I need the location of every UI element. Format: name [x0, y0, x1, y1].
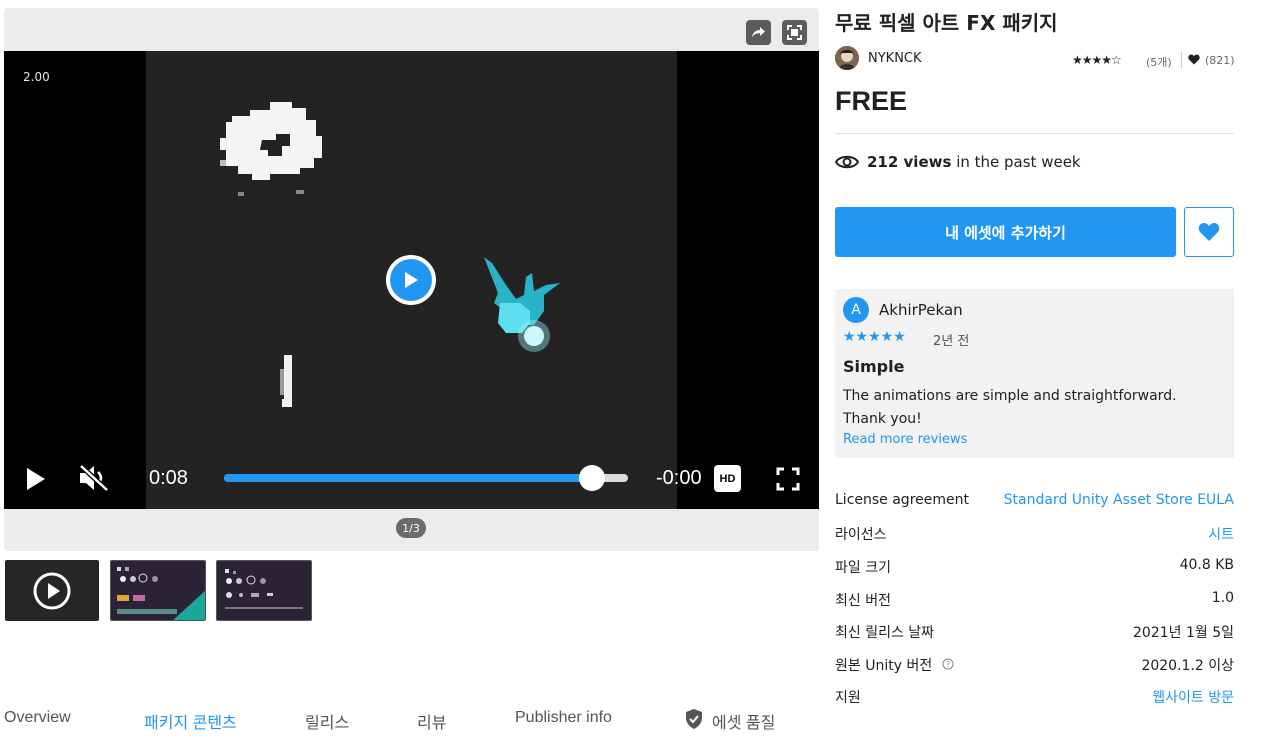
heart-icon — [1198, 223, 1220, 241]
views-text: 212 views in the past week — [867, 153, 1081, 171]
rating-count[interactable]: (5개) — [1146, 54, 1172, 70]
reviewer-name: AkhirPekan — [879, 301, 963, 319]
play-icon — [405, 272, 418, 288]
info-value-file-size: 40.8 KB — [1179, 557, 1234, 573]
tab-overview[interactable]: Overview — [4, 709, 71, 727]
thumbnail-image-1[interactable] — [110, 560, 206, 621]
eye-icon — [835, 155, 859, 169]
info-value-license[interactable]: 시트 — [1208, 524, 1234, 544]
info-value-latest-version: 1.0 — [1211, 590, 1234, 606]
views-count: 212 views — [867, 153, 952, 171]
tab-releases[interactable]: 릴리스 — [305, 709, 349, 733]
review-body: The animations are simple and straightfo… — [843, 388, 1177, 427]
info-label-license-agreement: License agreement — [835, 492, 969, 508]
playback-speed: 2.00 — [23, 70, 50, 84]
play-control-icon[interactable] — [26, 467, 46, 491]
views-suffix: in the past week — [951, 153, 1081, 171]
hd-button[interactable]: HD — [714, 465, 741, 492]
divider — [835, 133, 1234, 134]
fullscreen-icon[interactable] — [776, 467, 800, 491]
review-stars: ★★★★★ — [843, 329, 906, 345]
thumbnail-image-2[interactable] — [216, 560, 312, 621]
share-button[interactable] — [746, 20, 771, 45]
tab-asset-quality[interactable]: 에셋 품질 — [712, 709, 775, 733]
smoke-sprite — [220, 102, 322, 196]
add-to-my-assets-button[interactable]: 내 에셋에 추가하기 — [835, 207, 1176, 257]
thumbnail-art-1 — [117, 567, 205, 620]
share-icon — [752, 27, 765, 38]
remaining-time: -0:00 — [656, 467, 702, 489]
video-player[interactable]: 2.00 0:08 -0:00 HD — [4, 51, 819, 509]
tab-package-contents[interactable]: 패키지 콘텐츠 — [144, 709, 237, 733]
thumbnail-art-2 — [225, 569, 303, 609]
thumbnail-video[interactable] — [5, 560, 99, 621]
tab-publisher-info[interactable]: Publisher info — [515, 709, 612, 727]
mute-icon[interactable] — [78, 463, 110, 493]
review-date: 2년 전 — [933, 334, 970, 349]
expand-icon — [787, 25, 802, 40]
info-value-release-date: 2021년 1월 5일 — [1133, 625, 1234, 641]
current-time: 0:08 — [149, 467, 188, 489]
rating-stars: ★★★★☆ — [1072, 53, 1122, 67]
info-value-support[interactable]: 웹사이트 방문 — [1152, 687, 1234, 707]
media-pager: 1/3 — [396, 518, 426, 538]
slash-sprite — [280, 355, 292, 407]
info-label-license: 라이선스 — [835, 527, 887, 543]
info-label-support: 지원 — [835, 690, 861, 706]
avatar-image — [835, 46, 859, 70]
heart-icon — [1188, 54, 1200, 65]
shield-check-icon — [686, 709, 702, 729]
favorite-button[interactable] — [1184, 207, 1234, 257]
progress-handle[interactable] — [578, 465, 605, 491]
info-label-release-date: 최신 릴리스 날짜 — [835, 625, 935, 641]
info-label-latest-version: 최신 버전 — [835, 593, 891, 609]
publisher-avatar[interactable] — [835, 46, 859, 70]
expand-button[interactable] — [782, 20, 807, 45]
product-title: 무료 픽셀 아트 FX 패키지 — [835, 11, 1058, 35]
favorites-count: (821) — [1205, 54, 1235, 67]
progress-bar[interactable] — [224, 465, 628, 491]
help-icon[interactable]: ? — [942, 658, 954, 670]
info-label-unity-version: 원본 Unity 버전 — [835, 658, 933, 674]
read-more-reviews-link[interactable]: Read more reviews — [843, 432, 967, 447]
price: FREE — [835, 86, 908, 116]
reviewer-avatar: A — [843, 297, 869, 323]
info-value-license-agreement[interactable]: Standard Unity Asset Store EULA — [1004, 492, 1234, 508]
progress-fill — [224, 474, 592, 482]
svg-text:?: ? — [946, 660, 950, 669]
publisher-name[interactable]: NYKNCK — [868, 51, 922, 66]
big-play-button[interactable] — [386, 255, 436, 305]
play-circle-icon — [33, 572, 71, 609]
info-label-file-size: 파일 크기 — [835, 560, 891, 576]
tab-reviews[interactable]: 리뷰 — [417, 709, 446, 733]
magic-burst-sprite — [484, 257, 560, 352]
review-title: Simple — [843, 357, 905, 376]
divider — [1181, 52, 1182, 68]
info-value-unity-version: 2020.1.2 이상 — [1141, 658, 1234, 674]
